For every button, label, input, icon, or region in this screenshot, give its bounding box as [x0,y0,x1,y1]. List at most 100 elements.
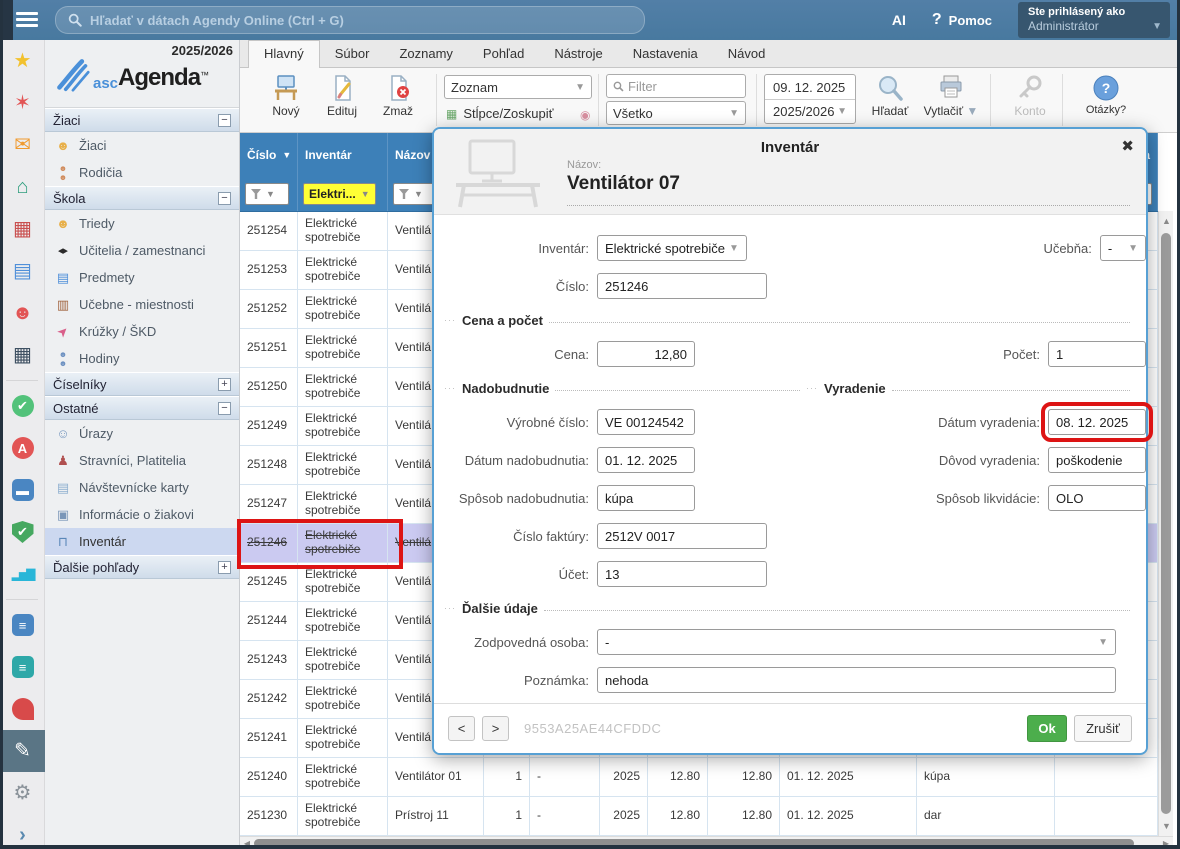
tab-s-bor[interactable]: Súbor [320,41,385,67]
collapse-icon[interactable]: − [218,114,231,127]
vertical-scroll-thumb[interactable] [1161,233,1171,814]
scroll-right-icon[interactable]: ▶ [1159,837,1173,849]
questions-button[interactable]: ? Otázky? [1078,74,1134,116]
scroll-down-icon[interactable]: ▼ [1159,818,1174,834]
name-field-value[interactable]: Ventilátor 07 [567,173,680,195]
close-icon[interactable]: ✖ [1121,137,1134,155]
nav-item-iaci[interactable]: ☻Žiaci [45,132,239,159]
tab-zoznamy[interactable]: Zoznamy [384,41,467,67]
expand-icon[interactable]: + [218,378,231,391]
timetable-icon[interactable]: ▦ [0,208,45,250]
wizard-icon[interactable]: ✶ [0,82,45,124]
cancel-button[interactable]: Zrušiť [1074,715,1132,742]
nav-section-seln-ky[interactable]: Číselníky+ [45,372,239,396]
nav-item-predmety[interactable]: ▤Predmety [45,264,239,291]
field-slo-input[interactable]: 251246 [597,273,767,299]
favorites-icon[interactable]: ★ [0,40,45,82]
print-button[interactable]: Vytlačiť ▼ [920,74,982,118]
school-icon[interactable]: ⌂ [0,166,45,208]
next-record-button[interactable]: > [482,716,509,741]
nav-item-rodi-ia[interactable]: ☻☻Rodičia [45,159,239,186]
field-d-vod-vyradenia-input[interactable]: poškodenie [1048,447,1146,473]
scroll-left-icon[interactable]: ◀ [240,837,254,849]
messages-icon[interactable]: ✉ [0,124,45,166]
person-circle-icon[interactable]: ☻ [0,292,45,334]
nav-item-hodiny[interactable]: ☻☻Hodiny [45,345,239,372]
previous-record-button[interactable]: < [448,716,475,741]
nav-section-kola[interactable]: Škola− [45,186,239,210]
expand-icon[interactable]: + [218,561,231,574]
delete-button[interactable]: Zmaž [370,74,426,118]
field-po-et-input[interactable]: 1 [1048,341,1146,367]
active-filter-button[interactable]: Elektri...▼ [303,183,376,205]
field-d-tum-vyradenia-input[interactable]: 08. 12. 2025 [1048,409,1146,435]
field-slo-fakt-ry-input[interactable]: 2512V 0017 [597,523,767,549]
grades-icon[interactable]: A [0,427,45,469]
hamburger-menu-icon[interactable] [14,9,40,31]
scope-select[interactable]: Všetko▼ [606,101,746,125]
nav-item-n-v-tevn-cke-karty[interactable]: ▤Návštevnícke karty [45,474,239,501]
nav-item-u-ebne-miestnosti[interactable]: ▥Učebne - miestnosti [45,291,239,318]
vertical-scrollbar[interactable]: ▲ ▼ [1158,211,1173,836]
field-sp-sob-nadobudnutia-input[interactable]: kúpa [597,485,695,511]
tab-n-stroje[interactable]: Nástroje [539,41,617,67]
communication-icon[interactable] [0,688,45,730]
horizontal-scroll-thumb[interactable] [254,839,1134,848]
field-v-robn-slo-input[interactable]: VE 00124542 [597,409,695,435]
nav-item-triedy[interactable]: ☻Triedy [45,210,239,237]
edit-button[interactable]: Edituj [314,74,370,118]
user-menu[interactable]: Ste prihlásený ako Administrátor ▼ [1018,2,1170,38]
nav-item-inform-cie-o-iakovi[interactable]: ▣Informácie o žiakovi [45,501,239,528]
pen-icon[interactable]: ✎ [0,730,45,772]
filter-funnel-button[interactable]: ▼ [393,183,437,205]
date-field[interactable]: 09. 12. 2025 [765,75,855,99]
scroll-up-icon[interactable]: ▲ [1159,213,1174,229]
horizontal-scrollbar[interactable]: ◀ ▶ [240,836,1173,849]
column-header-slo[interactable]: Číslo▼ [240,133,298,177]
settings-gear-icon[interactable]: ⚙ [0,772,45,814]
field-pozn-mka-input[interactable]: nehoda [597,667,1116,693]
table-row-251240[interactable]: 251240Elektrické spotrebičeVentilátor 01… [240,758,1158,797]
lock-icon[interactable]: ◉ [580,108,590,122]
attendance-icon[interactable]: ✔ [0,385,45,427]
list-type-select[interactable]: Zoznam▼ [444,75,592,99]
plans-icon[interactable]: ▦ [0,334,45,376]
field-cena-input[interactable]: 12,80 [597,341,695,367]
briefcase-icon[interactable]: ▬ [0,469,45,511]
nav-section-al-ie-poh-ady[interactable]: Ďalšie pohľady+ [45,555,239,579]
classbook-icon[interactable]: ▤ [0,250,45,292]
expand-arrow-icon[interactable]: › [0,814,45,849]
find-button[interactable]: Hľadať [862,74,918,118]
columns-group-button[interactable]: ▦ Stĺpce/Zoskupiť [446,106,553,121]
field-u-eb-a-select[interactable]: -▼ [1100,235,1146,261]
library-icon[interactable]: ≡ [0,604,45,646]
global-search-input[interactable]: Hľadať v dátach Agendy Online (Ctrl + G) [55,6,645,34]
field-et-input[interactable]: 13 [597,561,767,587]
nav-item-razy[interactable]: ☺Úrazy [45,420,239,447]
field-sp-sob-likvid-cie-input[interactable]: OLO [1048,485,1146,511]
tab-nastavenia[interactable]: Nastavenia [618,41,713,67]
tab-poh-ad[interactable]: Pohľad [468,41,539,67]
nav-section-iaci[interactable]: Žiaci− [45,108,239,132]
filter-input[interactable]: Filter [606,74,746,98]
new-button[interactable]: Nový [258,74,314,118]
filter-funnel-button[interactable]: ▼ [245,183,289,205]
security-shield-icon[interactable]: ✔ [0,511,45,553]
nav-item-kr-ky-kd[interactable]: ➤Krúžky / ŠKD [45,318,239,345]
table-row-251230[interactable]: 251230Elektrické spotrebičePrístroj 111-… [240,797,1158,836]
tab-hlavn[interactable]: Hlavný [248,40,320,68]
collapse-icon[interactable]: − [218,402,231,415]
help-button[interactable]: ?Pomoc [932,11,992,29]
column-header-invent-r[interactable]: Inventár [298,133,388,177]
field-zodpovedn-osoba-select[interactable]: -▼ [597,629,1116,655]
field-d-tum-nadobudnutia-input[interactable]: 01. 12. 2025 [597,447,695,473]
field-invent-r-select[interactable]: Elektrické spotrebiče▼ [597,235,747,261]
tab-n-vod[interactable]: Návod [713,41,781,67]
nav-item-invent-r[interactable]: ⊓Inventár [45,528,239,555]
account-button[interactable]: Konto [1002,74,1058,118]
ok-button[interactable]: Ok [1027,715,1067,742]
statistics-icon[interactable]: ▂▅▇ [0,553,45,595]
nav-item-stravn-ci-platitelia[interactable]: ♟Stravníci, Platitelia [45,447,239,474]
collapse-icon[interactable]: − [218,192,231,205]
nav-section-ostatn[interactable]: Ostatné− [45,396,239,420]
